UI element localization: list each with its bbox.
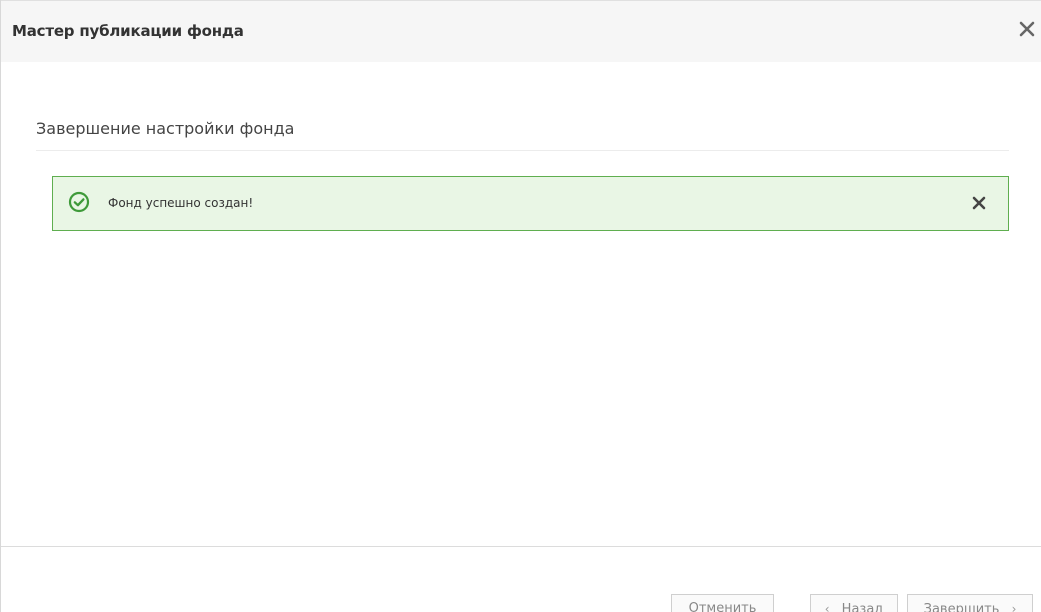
dialog-title: Мастер публикации фонда <box>12 22 244 40</box>
check-circle-icon <box>68 191 90 213</box>
cancel-button-label: Отменить <box>688 601 757 612</box>
chevron-right-icon: › <box>1011 602 1017 612</box>
back-button[interactable]: ‹ Назад <box>810 594 898 612</box>
dialog-footer: Отменить ‹ Назад Завершить › <box>1 546 1041 612</box>
close-icon <box>972 196 986 210</box>
close-icon <box>1019 21 1035 37</box>
step-title: Завершение настройки фонда <box>36 119 295 138</box>
finish-button[interactable]: Завершить › <box>907 594 1033 612</box>
step-divider <box>36 150 1009 151</box>
dialog-close-button[interactable] <box>1015 17 1039 41</box>
chevron-left-icon: ‹ <box>824 602 830 612</box>
success-alert: Фонд успешно создан! <box>52 176 1009 231</box>
dialog-header: Мастер публикации фонда <box>1 0 1041 62</box>
publish-fund-wizard-dialog: Мастер публикации фонда Завершение настр… <box>0 0 1041 612</box>
back-button-label: Назад <box>841 602 884 612</box>
footer-button-row: Отменить ‹ Назад Завершить › <box>1 594 1041 612</box>
dialog-body: Завершение настройки фонда Фонд успешно … <box>1 62 1041 546</box>
finish-button-label: Завершить <box>923 602 1000 612</box>
cancel-button[interactable]: Отменить <box>671 594 774 612</box>
alert-close-button[interactable] <box>970 194 988 212</box>
alert-message: Фонд успешно создан! <box>108 196 254 210</box>
